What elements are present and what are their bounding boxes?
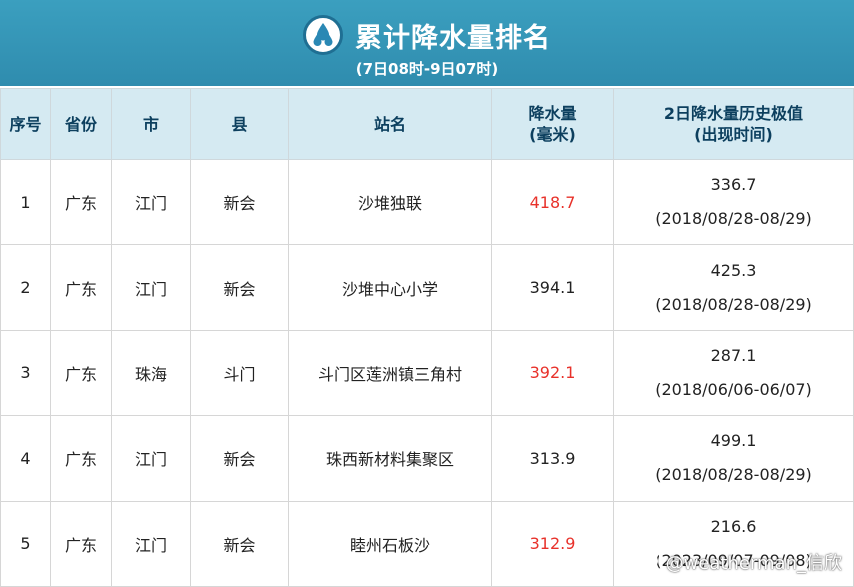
province-cell: 广东	[50, 415, 112, 502]
historical-max-cell: 499.1 (2018/08/28-08/29)	[613, 415, 854, 502]
county-cell: 新会	[190, 244, 289, 331]
city-cell: 江门	[111, 500, 191, 587]
historical-max-cell: 425.3 (2018/08/28-08/29)	[613, 244, 854, 331]
historical-max-cell: 336.7 (2018/08/28-08/29)	[613, 158, 854, 246]
rank-cell: 5	[0, 500, 51, 587]
hist-header-line1: 2日降水量历史极值	[663, 104, 804, 123]
station-cell: 珠西新材料集聚区	[288, 415, 492, 502]
county-cell: 新会	[190, 500, 289, 587]
historical-max-value: 425.3	[710, 260, 757, 280]
watermark-text: @weatherman_信欣	[665, 552, 842, 574]
table-header-row: 序号 省份 市 县 站名 降水量 (毫米) 2日降水量历史极值 (出现时间)	[0, 88, 854, 160]
province-cell: 广东	[50, 500, 112, 587]
table-row: 4 广东 江门 新会 珠西新材料集聚区 313.9 499.1 (2018/08…	[0, 415, 854, 502]
historical-max-value: 287.1	[710, 345, 757, 365]
title-row: 累计降水量排名	[0, 12, 854, 58]
city-cell: 江门	[111, 158, 191, 246]
historical-max-date: (2018/08/28-08/29)	[655, 465, 812, 485]
historical-max-value: 216.6	[710, 516, 757, 536]
rank-cell: 2	[0, 244, 51, 331]
province-cell: 广东	[50, 329, 112, 417]
table-row: 2 广东 江门 新会 沙堆中心小学 394.1 425.3 (2018/08/2…	[0, 244, 854, 331]
rainfall-header-line1: 降水量	[528, 104, 577, 123]
rank-cell: 3	[0, 329, 51, 417]
weibo-logo-icon	[635, 548, 662, 575]
city-cell: 江门	[111, 244, 191, 331]
county-cell: 斗门	[190, 329, 289, 417]
col-header-city: 市	[111, 88, 191, 160]
time-range-subtitle: (7日08时-9日07时)	[355, 60, 499, 78]
historical-max-value: 336.7	[710, 175, 757, 195]
col-header-station: 站名	[288, 88, 492, 160]
county-cell: 新会	[190, 415, 289, 502]
historical-max-value: 499.1	[710, 431, 757, 451]
weibo-watermark: @weatherman_信欣	[635, 548, 842, 575]
station-cell: 沙堆中心小学	[288, 244, 492, 331]
rainfall-cell: 418.7	[491, 158, 614, 246]
col-header-rank: 序号	[0, 88, 51, 160]
rainfall-cell: 392.1	[491, 329, 614, 417]
raindrops-icon	[303, 15, 343, 55]
city-cell: 江门	[111, 415, 191, 502]
rainfall-ranking-table: 序号 省份 市 县 站名 降水量 (毫米) 2日降水量历史极值 (出现时间) 1…	[0, 88, 854, 587]
rainfall-header-line2: (毫米)	[529, 125, 576, 144]
historical-max-date: (2018/06/06-06/07)	[655, 379, 812, 399]
rank-cell: 1	[0, 158, 51, 246]
county-cell: 新会	[190, 158, 289, 246]
col-header-rainfall: 降水量 (毫米)	[491, 88, 614, 160]
hist-header-line2: (出现时间)	[694, 125, 773, 144]
station-cell: 沙堆独联	[288, 158, 492, 246]
province-cell: 广东	[50, 158, 112, 246]
rainfall-cell: 312.9	[491, 500, 614, 587]
col-header-province: 省份	[50, 88, 112, 160]
station-cell: 睦州石板沙	[288, 500, 492, 587]
historical-max-date: (2018/08/28-08/29)	[655, 209, 812, 229]
rainfall-cell: 313.9	[491, 415, 614, 502]
col-header-county: 县	[190, 88, 289, 160]
historical-max-cell: 287.1 (2018/06/06-06/07)	[613, 329, 854, 417]
historical-max-date: (2018/08/28-08/29)	[655, 294, 812, 314]
table-row: 1 广东 江门 新会 沙堆独联 418.7 336.7 (2018/08/28-…	[0, 158, 854, 246]
rainfall-cell: 394.1	[491, 244, 614, 331]
page-title: 累计降水量排名	[355, 22, 551, 54]
province-cell: 广东	[50, 244, 112, 331]
col-header-historical-max: 2日降水量历史极值 (出现时间)	[613, 88, 854, 160]
rank-cell: 4	[0, 415, 51, 502]
table-row: 3 广东 珠海 斗门 斗门区莲洲镇三角村 392.1 287.1 (2018/0…	[0, 329, 854, 417]
city-cell: 珠海	[111, 329, 191, 417]
station-cell: 斗门区莲洲镇三角村	[288, 329, 492, 417]
